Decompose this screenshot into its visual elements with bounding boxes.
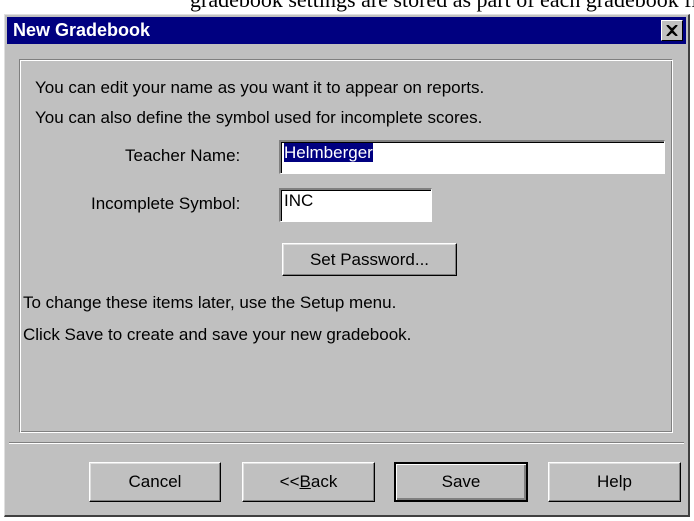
incomplete-symbol-label: Incomplete Symbol: [91,194,241,213]
separator-highlight [9,443,684,444]
set-password-button[interactable]: Set Password... [282,243,457,276]
teacher-name-label: Teacher Name: [125,146,241,165]
title-bar[interactable]: New Gradebook [7,17,686,44]
info-text-line2: Click Save to create and save your new g… [23,325,412,344]
help-button[interactable]: Help [548,462,681,502]
incomplete-symbol-value: INC [284,191,314,210]
intro-text-line1: You can edit your name as you want it to… [35,78,485,97]
save-button[interactable]: Save [394,462,528,502]
cancel-button[interactable]: Cancel [89,462,221,502]
incomplete-symbol-field[interactable]: INC [279,188,432,222]
back-button-rest: ack [310,472,338,491]
back-button-prefix: << [279,472,300,491]
back-button[interactable]: << Back [242,462,375,502]
dialog-title: New Gradebook [13,20,151,40]
close-icon [666,25,678,36]
intro-text-line2: You can also define the symbol used for … [35,108,483,127]
back-button-accelerator: B [299,472,311,491]
teacher-name-field[interactable]: Helmberger [279,140,665,174]
info-text-line1: To change these items later, use the Set… [23,293,397,312]
close-button[interactable] [661,20,683,41]
teacher-name-value: Helmberger [284,143,373,162]
background-text: gradebook settings are stored as part of… [190,0,694,13]
new-gradebook-dialog: New Gradebook You can edit your name as … [4,14,690,517]
